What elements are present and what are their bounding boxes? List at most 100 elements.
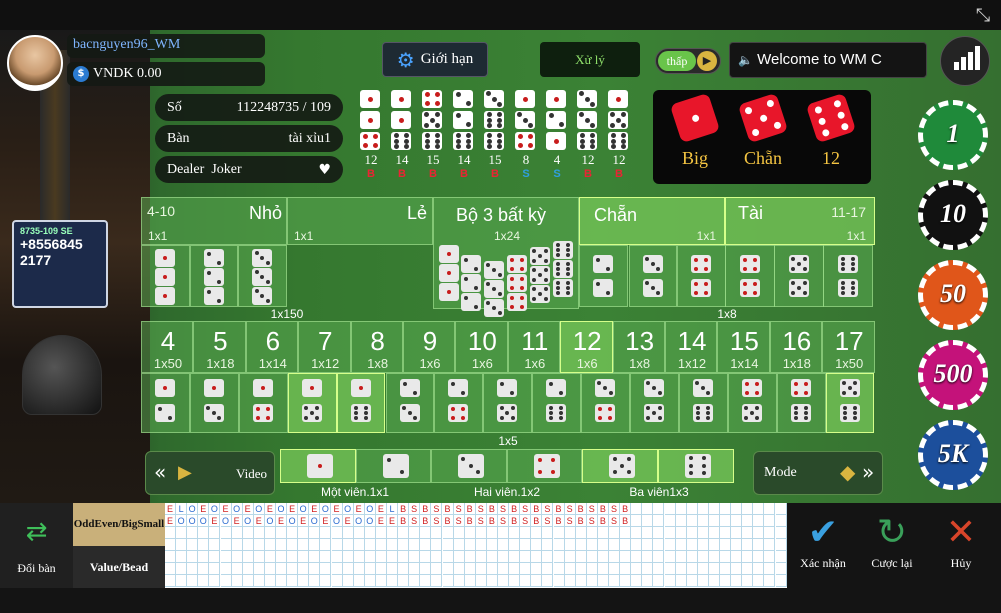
roadmap-cell xyxy=(653,515,665,527)
pip xyxy=(517,134,523,139)
table-value: tài xỉu1 xyxy=(288,130,331,146)
chip-10[interactable]: 10 xyxy=(918,180,988,250)
pip xyxy=(532,248,537,253)
triple-die xyxy=(461,274,481,292)
bet-single-5[interactable] xyxy=(582,449,658,483)
video-quality-toggle[interactable]: thấp ▶ xyxy=(655,48,721,74)
roadmap-cell xyxy=(253,563,265,575)
bet-total-14[interactable]: 14 1x12 xyxy=(665,321,718,373)
roadmap-cell xyxy=(764,503,776,515)
confirm-button[interactable]: ✔ Xác nhận xyxy=(788,510,858,580)
pip xyxy=(353,405,358,410)
roadmap-cell: O xyxy=(353,515,365,527)
total-number: 9 xyxy=(422,326,438,356)
roadmap-cell: S xyxy=(586,503,598,515)
total-odds: 1x6 xyxy=(419,356,441,371)
cancel-button[interactable]: ✕ Hủy xyxy=(926,510,996,580)
bet-total-4[interactable]: 4 1x50 xyxy=(141,321,194,373)
video-button[interactable]: « ▶ Video xyxy=(145,451,275,495)
roadmap-cell: O xyxy=(298,503,310,515)
bet-total-13[interactable]: 13 1x8 xyxy=(612,321,665,373)
bet-total-16[interactable]: 16 1x18 xyxy=(769,321,823,373)
roadmap-cell xyxy=(387,539,398,551)
roadmap-cell xyxy=(486,575,498,587)
bet-even[interactable]: Chẵn 1x1 xyxy=(579,197,725,245)
signal-button[interactable] xyxy=(940,36,990,86)
roadmap-cell: S xyxy=(520,503,532,515)
bet-total-11[interactable]: 11 1x6 xyxy=(507,321,561,373)
pip xyxy=(772,120,782,130)
pip xyxy=(853,380,858,385)
roadmap-cell xyxy=(253,527,265,539)
limit-button[interactable]: ⚙ Giới hạn xyxy=(382,42,488,77)
bet-single-4[interactable] xyxy=(506,449,583,483)
roadmap-cell xyxy=(464,563,476,575)
pip xyxy=(474,304,478,309)
bet-total-9[interactable]: 9 1x6 xyxy=(403,321,456,373)
pip xyxy=(646,405,651,410)
bet-total-6[interactable]: 6 1x14 xyxy=(245,321,299,373)
roadmap-cell xyxy=(520,563,532,575)
roadmap-cell xyxy=(165,539,176,551)
pip xyxy=(590,101,596,107)
bet-single-6[interactable] xyxy=(658,449,734,483)
pip xyxy=(608,406,613,411)
pip xyxy=(598,406,603,411)
chip-500[interactable]: 500 xyxy=(918,340,988,410)
roadmap-cell: B xyxy=(553,515,565,527)
roadmap-grid: ELOEOEOEOEOEOEOEOEOELBSBSBSBSBSBSBSBSBSB… xyxy=(165,503,787,588)
pip xyxy=(853,391,858,396)
roadmap-cell xyxy=(520,527,532,539)
bet-single-3[interactable] xyxy=(431,449,507,483)
roadmap-cell xyxy=(165,575,176,587)
roadmap-cell xyxy=(720,515,731,527)
bet-total-7[interactable]: 7 1x12 xyxy=(298,321,351,373)
chip-50[interactable]: 50 xyxy=(918,260,988,330)
bet-total-8[interactable]: 8 1x8 xyxy=(350,321,403,373)
roadmap-cell xyxy=(398,563,410,575)
tab-oddeven[interactable]: OddEven/BigSmall xyxy=(73,503,165,546)
roadmap-cell xyxy=(697,527,709,539)
bet-total-12[interactable]: 12 1x6 xyxy=(560,321,613,373)
roadmap-cell xyxy=(442,563,454,575)
roadmap-cell: E xyxy=(198,503,210,515)
mode-button[interactable]: Mode ◆ » xyxy=(753,451,883,495)
chip-5K[interactable]: 5K xyxy=(918,420,988,490)
bet-total-17[interactable]: 17 1x50 xyxy=(822,321,875,373)
fullscreen-icon[interactable]: ⤡ xyxy=(971,4,995,28)
roadmap-cell xyxy=(620,575,632,587)
pip xyxy=(606,290,610,295)
bet-total-15[interactable]: 15 1x14 xyxy=(717,321,770,373)
tab-value-bead[interactable]: Value/Bead xyxy=(73,546,165,588)
history-result: B xyxy=(367,168,375,180)
pip xyxy=(386,457,391,462)
pip xyxy=(216,260,221,265)
triple-die xyxy=(484,280,504,298)
bet-odd[interactable]: Lẻ 1x1 xyxy=(287,197,433,245)
game-screen: ⤡ 8735-109 SE +8556845 2177 bacnguyen96_… xyxy=(0,0,1001,613)
roadmap-cell xyxy=(753,515,765,527)
bet-single-1[interactable] xyxy=(280,449,356,483)
board-die xyxy=(203,287,224,305)
history-die xyxy=(546,90,566,108)
pip xyxy=(497,311,502,316)
pip xyxy=(802,291,807,296)
bet-big[interactable]: Tài 11-17 1x1 xyxy=(725,197,875,245)
roadmap-cell xyxy=(509,563,521,575)
bet-total-5[interactable]: 5 1x18 xyxy=(193,321,246,373)
bet-single-2[interactable] xyxy=(355,449,432,483)
change-table-button[interactable]: ⇄ Đổi bàn xyxy=(0,503,73,588)
bet-small[interactable]: 4-10 Nhỏ 1x1 xyxy=(141,197,287,245)
heart-icon[interactable]: ♥ xyxy=(318,162,331,178)
bet-total-10[interactable]: 10 1x6 xyxy=(455,321,508,373)
pip xyxy=(496,138,502,144)
board-die xyxy=(789,255,809,273)
roadmap-cell xyxy=(309,539,321,551)
pip xyxy=(393,133,399,139)
odd-label: Lẻ xyxy=(406,203,427,223)
chip-1[interactable]: 1 xyxy=(918,100,988,170)
roadmap-cell xyxy=(309,527,321,539)
roadmap-cell xyxy=(642,563,654,575)
roadmap-cell xyxy=(664,539,676,551)
rebet-button[interactable]: ↻ Cược lại xyxy=(857,510,927,580)
